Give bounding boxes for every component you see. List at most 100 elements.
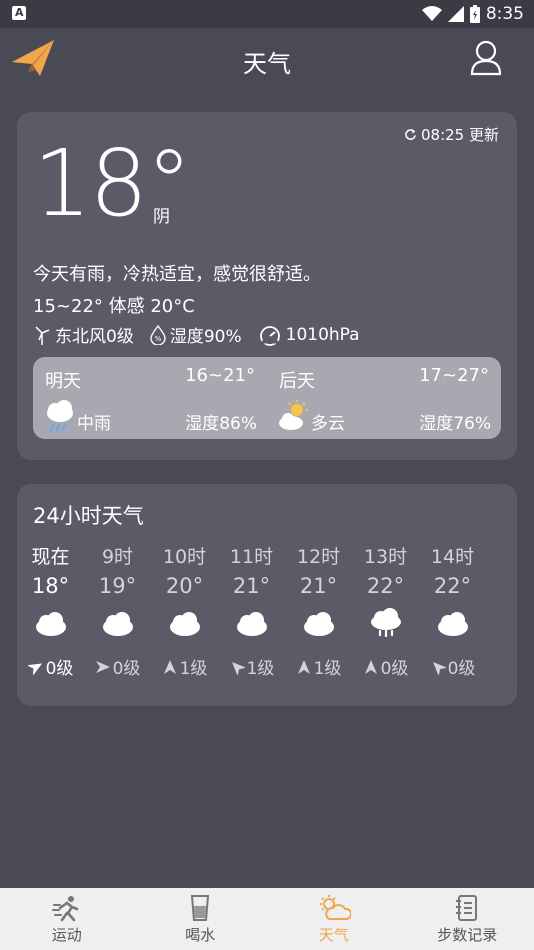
cloud-icon xyxy=(304,612,334,636)
hour-time: 10时 xyxy=(162,546,207,568)
hour-wind: 0级 xyxy=(352,654,419,679)
hourly-weather-card: 24小时天气 现在 18° 0级 9时 19° 0级 10时 20° 1级 11时 21° 1级 12时… xyxy=(17,484,517,706)
forecast-weather: 多云 xyxy=(311,414,345,434)
hour-temperature: 18° xyxy=(31,574,70,598)
humidity-icon: % xyxy=(150,324,166,345)
hourly-item: 12时 21° 1级 xyxy=(285,542,352,702)
wind-direction-icon xyxy=(231,661,245,675)
hourly-item: 13时 22° 0级 xyxy=(352,542,419,702)
nav-item-sport[interactable]: 运动 xyxy=(0,888,134,950)
hour-wind-level: 0级 xyxy=(45,659,74,679)
notification-icon: A xyxy=(12,6,26,20)
cup-icon xyxy=(191,895,210,921)
run-icon xyxy=(51,896,79,922)
nav-label: 天气 xyxy=(318,926,349,944)
hour-time: 11时 xyxy=(229,546,274,568)
signal-icon xyxy=(447,6,464,22)
forecast-weather: 中雨 xyxy=(77,414,111,434)
update-info[interactable]: 08:25 更新 xyxy=(404,124,499,145)
hourly-title: 24小时天气 xyxy=(33,504,144,528)
forecast-range: 16~21° xyxy=(185,365,255,386)
cloud-icon xyxy=(170,612,200,636)
hour-wind-level: 0级 xyxy=(112,659,141,679)
partly-cloudy-icon xyxy=(279,400,308,430)
wifi-icon xyxy=(421,6,442,21)
bottom-navigation: 运动 喝水 天气 步数记录 xyxy=(0,888,534,950)
forecast-day: 后天 xyxy=(279,371,315,392)
hour-wind-level: 1级 xyxy=(179,659,208,679)
wind-value: 东北风0级 xyxy=(55,327,134,347)
hourly-list[interactable]: 现在 18° 0级 9时 19° 0级 10时 20° 1级 11时 21° 1级 12时 21° 1级 13… xyxy=(17,542,517,702)
wind-direction-icon xyxy=(364,659,377,674)
hour-wind: 0级 xyxy=(84,654,151,679)
forecast-humidity: 湿度76% xyxy=(419,414,491,434)
pressure-gauge-icon xyxy=(259,325,280,346)
rain-cloud-icon xyxy=(47,400,73,432)
current-condition: 阴 xyxy=(153,207,170,227)
hour-wind: 1级 xyxy=(285,654,352,679)
rain-cloud-icon xyxy=(371,608,401,638)
cloud-icon xyxy=(36,612,66,636)
forecast-day-after[interactable]: 后天 17~27° 多云 湿度76% xyxy=(267,357,501,439)
hour-temperature: 22° xyxy=(433,574,472,598)
hour-wind-level: 0级 xyxy=(447,659,476,679)
forecast-day: 明天 xyxy=(45,371,81,392)
top-bar: 天气 xyxy=(0,28,534,92)
cloud-icon xyxy=(237,612,267,636)
hour-wind-level: 1级 xyxy=(246,659,275,679)
forecast-panel: 明天 16~21° 中雨 湿度86% 后天 17~27° 多云 湿度76% xyxy=(33,357,501,439)
hour-time: 14时 xyxy=(430,546,475,568)
page-title: 天气 xyxy=(243,50,291,78)
current-weather-card: 08:25 更新 18° 阴 今天有雨，冷热适宜，感觉很舒适。 15~22° 体… xyxy=(17,112,517,460)
refresh-icon[interactable] xyxy=(404,128,417,141)
hour-wind: 0级 xyxy=(419,654,486,679)
wind-direction-icon xyxy=(95,660,110,673)
notebook-icon xyxy=(456,895,478,921)
hour-wind: 1级 xyxy=(151,654,218,679)
nav-item-water[interactable]: 喝水 xyxy=(134,888,268,950)
hourly-item: 10时 20° 1级 xyxy=(151,542,218,702)
wind-direction-icon xyxy=(27,663,42,675)
hour-temperature: 22° xyxy=(366,574,405,598)
temperature-range: 15~22° 体感 20°C xyxy=(33,296,195,317)
nav-item-weather[interactable]: 天气 xyxy=(267,888,401,950)
wind-turbine-icon xyxy=(35,325,50,345)
pressure-value: 1010hPa xyxy=(285,324,360,345)
weather-description: 今天有雨，冷热适宜，感觉很舒适。 xyxy=(33,264,321,285)
status-bar: A 8:35 xyxy=(0,0,534,28)
cloud-icon xyxy=(438,612,468,636)
hour-temperature: 21° xyxy=(232,574,271,598)
hour-time: 13时 xyxy=(363,546,408,568)
hour-time: 12时 xyxy=(296,546,341,568)
hour-temperature: 19° xyxy=(98,574,137,598)
user-profile-icon[interactable] xyxy=(470,40,502,76)
wind-direction-icon xyxy=(163,659,176,674)
hour-wind-level: 1级 xyxy=(313,659,342,679)
hourly-item: 11时 21° 1级 xyxy=(218,542,285,702)
nav-label: 喝水 xyxy=(185,926,216,944)
hour-temperature: 21° xyxy=(299,574,338,598)
cloud-icon xyxy=(103,612,133,636)
forecast-tomorrow[interactable]: 明天 16~21° 中雨 湿度86% xyxy=(33,357,267,439)
weather-metrics: 东北风0级 % 湿度90% 1010hPa xyxy=(33,322,360,347)
weather-icon xyxy=(319,895,351,920)
wind-direction-icon xyxy=(297,659,310,674)
battery-icon xyxy=(469,5,480,23)
hour-wind-level: 0级 xyxy=(380,659,409,679)
hour-temperature: 20° xyxy=(165,574,204,598)
hourly-item: 9时 19° 0级 xyxy=(84,542,151,702)
hour-time: 9时 xyxy=(101,546,134,568)
status-time: 8:35 xyxy=(485,4,524,24)
wind-direction-icon xyxy=(432,661,446,675)
nav-item-steps[interactable]: 步数记录 xyxy=(401,888,534,950)
nav-label: 运动 xyxy=(51,926,82,944)
hourly-item: 现在 18° 0级 xyxy=(17,542,84,702)
hour-wind: 1级 xyxy=(218,654,285,679)
forecast-humidity: 湿度86% xyxy=(185,414,257,434)
hourly-item: 14时 22° 0级 xyxy=(419,542,486,702)
forecast-range: 17~27° xyxy=(419,365,489,386)
hour-time: 现在 xyxy=(31,546,70,568)
update-time: 08:25 更新 xyxy=(421,126,499,144)
nav-label: 步数记录 xyxy=(437,926,498,944)
svg-text:%: % xyxy=(155,335,162,343)
